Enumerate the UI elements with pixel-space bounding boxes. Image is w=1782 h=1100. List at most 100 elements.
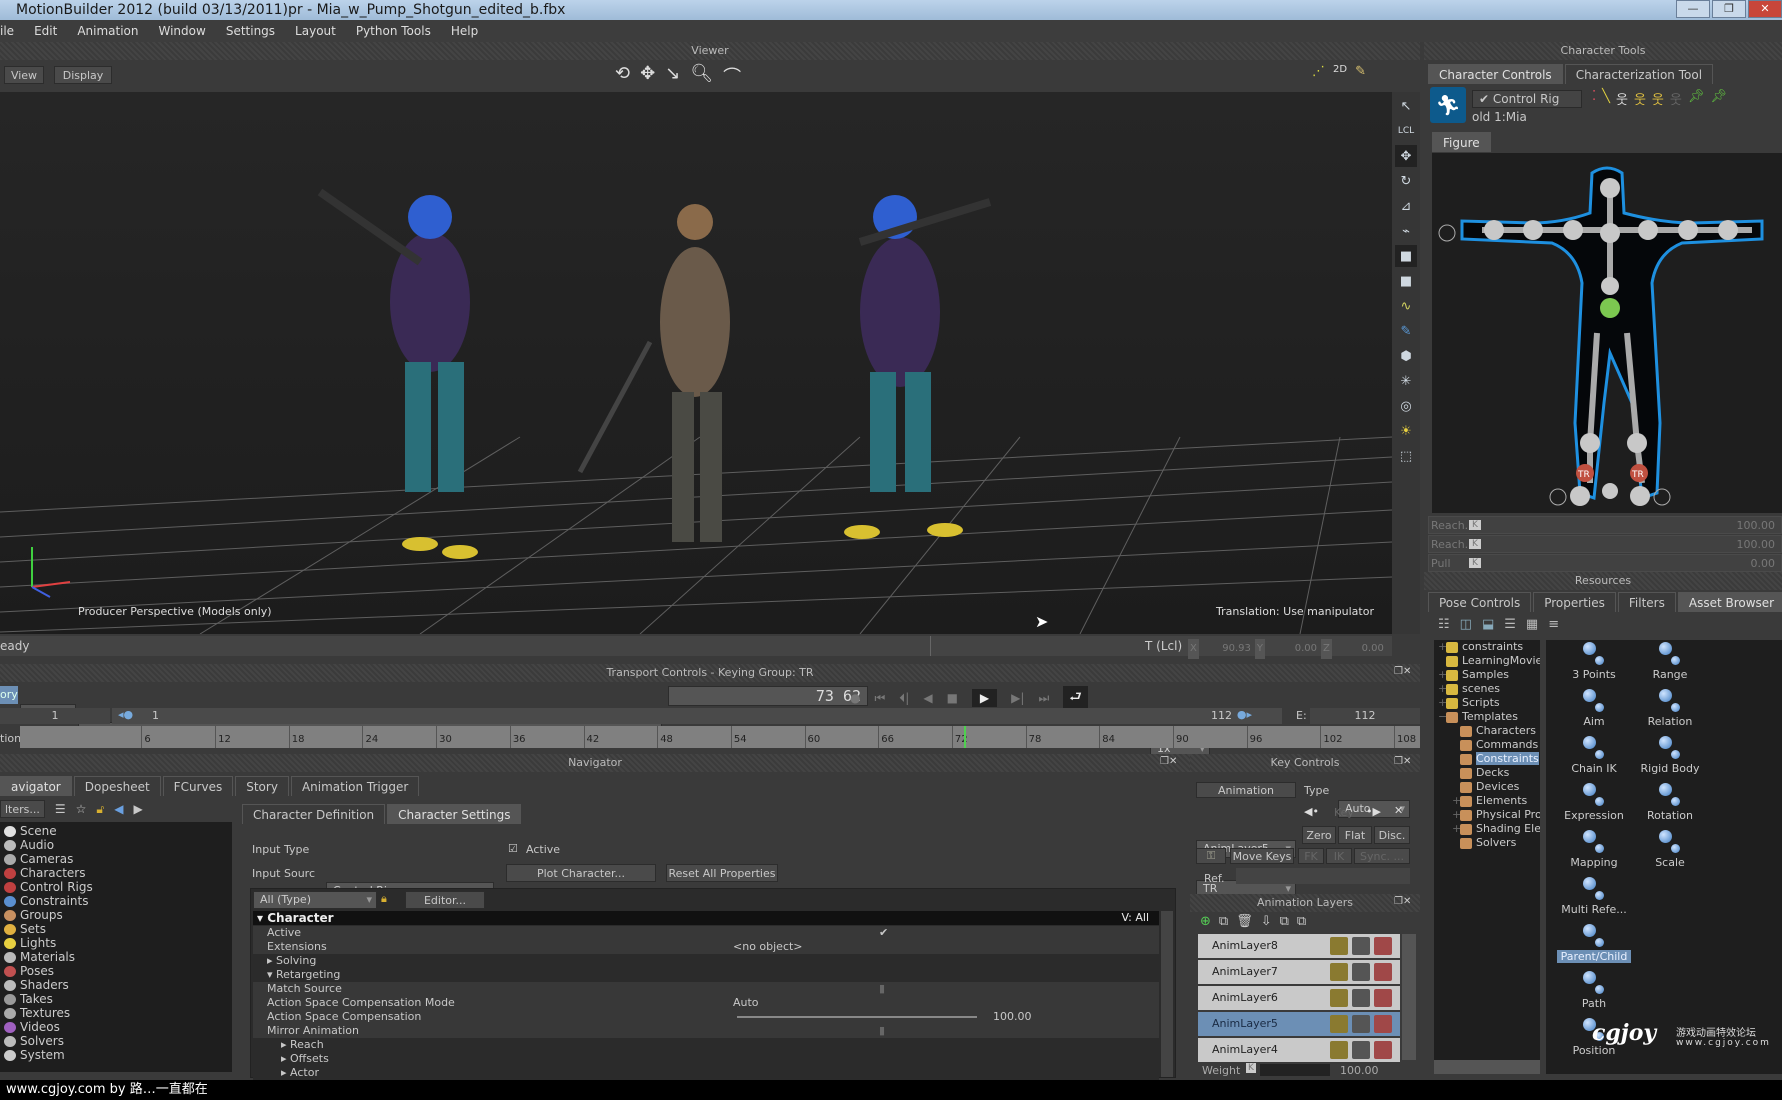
camera-icon[interactable]: ◎ xyxy=(1395,395,1417,417)
playhead[interactable] xyxy=(964,726,967,748)
frame-icon[interactable]: ⬚ xyxy=(1395,445,1417,467)
asset-folder-item[interactable]: + constraints xyxy=(1434,640,1540,654)
story-mode-button[interactable]: ory xyxy=(0,686,18,704)
expand-toggle-icon[interactable]: + xyxy=(1452,794,1461,808)
3d-viewport[interactable]: Producer Perspective (Models only) Trans… xyxy=(0,92,1392,634)
menu-edit[interactable]: Edit xyxy=(34,24,57,38)
constraint-asset[interactable]: Relation xyxy=(1632,689,1708,728)
tab-dopesheet[interactable]: Dopesheet xyxy=(73,776,161,796)
translate-tool-icon[interactable]: ✥ xyxy=(1395,145,1417,167)
anim-layers-close-icon[interactable]: ❐✕ xyxy=(1394,896,1411,907)
rotate-tool-icon[interactable]: ↻ xyxy=(1395,170,1417,192)
tab-characterization-tool[interactable]: Characterization Tool xyxy=(1564,64,1714,84)
next-frame-button[interactable]: ▶| xyxy=(1011,691,1024,705)
constraint-asset[interactable]: Mapping xyxy=(1556,830,1632,869)
view-all-label[interactable]: V: All xyxy=(1122,911,1149,925)
view-button[interactable]: View xyxy=(4,66,44,84)
tab-filters[interactable]: Filters xyxy=(1617,592,1676,612)
zoom-start-handle[interactable]: ◂● xyxy=(118,708,133,721)
editor-button[interactable]: Editor... xyxy=(405,891,485,909)
brush-icon[interactable]: ✎ xyxy=(1395,320,1417,342)
tab-pose-controls[interactable]: Pose Controls xyxy=(1428,592,1532,612)
reset-all-properties-button[interactable]: Reset All Properties xyxy=(666,864,778,882)
stop-button[interactable]: ■ xyxy=(947,691,958,705)
property-row[interactable]: Active ✔ xyxy=(253,926,1159,940)
lock-icon[interactable] xyxy=(1330,963,1348,981)
asset-folder-item[interactable]: + Physical Prop xyxy=(1434,808,1540,822)
tree-view-icon[interactable]: ☷ xyxy=(1438,617,1450,632)
constraint-asset[interactable]: Range xyxy=(1632,642,1708,681)
transport-close-icon[interactable]: ❐✕ xyxy=(1394,666,1411,677)
display-button[interactable]: Display xyxy=(54,66,112,84)
plot-character-button[interactable]: Plot Character... xyxy=(506,864,656,882)
detail-view-icon[interactable]: ≡ xyxy=(1548,617,1559,632)
pin-icon[interactable]: ╲ xyxy=(1602,89,1610,108)
tab-fcurves[interactable]: FCurves xyxy=(162,776,234,796)
weight-key-button[interactable]: K xyxy=(1246,1063,1256,1073)
key-mode-button[interactable]: Animation xyxy=(1196,782,1296,798)
property-row[interactable]: ▸ Solving xyxy=(253,954,1159,968)
dolly-icon[interactable]: ↘ xyxy=(665,63,680,89)
scale-tool-icon[interactable]: ⊿ xyxy=(1395,195,1417,217)
select-tool-icon[interactable]: ↖ xyxy=(1395,95,1417,117)
reach-translation-slider[interactable]: Reach.. K 100.00 xyxy=(1428,516,1782,534)
property-value[interactable]: ▮ xyxy=(879,982,885,996)
property-scrollbar[interactable] xyxy=(1161,911,1173,1077)
scene-tree-item[interactable]: System xyxy=(4,1048,232,1062)
scene-tree-item[interactable]: Audio xyxy=(4,838,232,852)
tab-animation-trigger[interactable]: Animation Trigger xyxy=(290,776,420,796)
mute-icon[interactable] xyxy=(1374,1015,1392,1033)
scene-tree-item[interactable]: Textures xyxy=(4,1006,232,1020)
tab-character-settings[interactable]: Character Settings xyxy=(387,804,522,824)
local-space-toggle[interactable]: LCL xyxy=(1395,120,1417,142)
delete-key-icon[interactable]: ✕ xyxy=(1394,804,1403,817)
prev-frame-button[interactable]: ◀ xyxy=(923,691,932,705)
split-view-icon[interactable]: ◫ xyxy=(1460,617,1472,632)
set-key-button[interactable]: Key xyxy=(1334,806,1354,819)
curve-display-icon[interactable]: ⋰ xyxy=(1312,64,1325,79)
solo-icon[interactable] xyxy=(1352,963,1370,981)
menu-window[interactable]: Window xyxy=(159,24,206,38)
constraint-asset[interactable]: Parent/Child xyxy=(1556,924,1632,963)
scene-tree-item[interactable]: Lights xyxy=(4,936,232,950)
scene-tree-item[interactable]: Characters xyxy=(4,866,232,880)
lock-icon[interactable] xyxy=(1330,989,1348,1007)
scene-tree-item[interactable]: Solvers xyxy=(4,1034,232,1048)
cube-icon[interactable]: ■ xyxy=(1395,245,1417,267)
record-button[interactable]: ● xyxy=(850,691,860,705)
lock-icon[interactable]: 🔓︎ xyxy=(96,802,104,817)
effector-points-icon[interactable]: ⁚ xyxy=(1592,89,1596,108)
expand-toggle-icon[interactable]: − xyxy=(1438,710,1447,724)
end-frame-field[interactable]: 112 xyxy=(1310,708,1420,724)
constraint-asset[interactable]: Scale xyxy=(1632,830,1708,869)
solo-icon[interactable] xyxy=(1352,989,1370,1007)
flat-button[interactable]: Flat xyxy=(1338,826,1372,844)
mute-icon[interactable] xyxy=(1374,963,1392,981)
anim-layer-row[interactable]: AnimLayer6 xyxy=(1198,986,1400,1010)
back-arrow-icon[interactable]: ◀ xyxy=(114,802,123,816)
active-checkbox[interactable]: ☑ xyxy=(508,842,518,855)
zoom-range-bar[interactable]: ◂● 1 112 ●▸ xyxy=(112,708,1282,724)
menu-animation[interactable]: Animation xyxy=(77,24,138,38)
cube-shaded-icon[interactable]: ■ xyxy=(1395,270,1417,292)
loop-button[interactable]: ⮐ xyxy=(1063,686,1088,710)
next-key-icon[interactable]: •▶ xyxy=(1366,805,1381,818)
mute-icon[interactable] xyxy=(1374,1041,1392,1059)
start-frame-field[interactable]: 1 xyxy=(0,708,110,724)
constraint-asset[interactable]: Rigid Body xyxy=(1632,736,1708,775)
asset-folder-item[interactable]: Characters xyxy=(1434,724,1540,738)
scene-tree-item[interactable]: Constraints xyxy=(4,894,232,908)
key-controls-close-icon[interactable]: ❐✕ xyxy=(1394,756,1411,767)
move-layer-up-icon[interactable]: ⧉ xyxy=(1280,914,1289,929)
asset-folder-item[interactable]: Constraints xyxy=(1434,752,1540,766)
property-row[interactable]: Action Space Compensation Mode Auto xyxy=(253,996,1159,1010)
prev-key-button[interactable]: ⏴| xyxy=(899,691,909,706)
sync-button[interactable]: Sync. ... xyxy=(1354,848,1410,864)
key-icon[interactable]: ⚿ xyxy=(1196,848,1226,864)
delete-layer-icon[interactable]: 🗑︎ xyxy=(1236,914,1253,929)
constraint-asset[interactable]: Aim xyxy=(1556,689,1632,728)
mute-icon[interactable] xyxy=(1374,989,1392,1007)
reach-rotation-slider[interactable]: Reach.. K 100.00 xyxy=(1428,535,1782,553)
pin-translate-icon[interactable]: 📌︎ xyxy=(1688,89,1705,108)
constraint-asset[interactable]: Expression xyxy=(1556,783,1632,822)
